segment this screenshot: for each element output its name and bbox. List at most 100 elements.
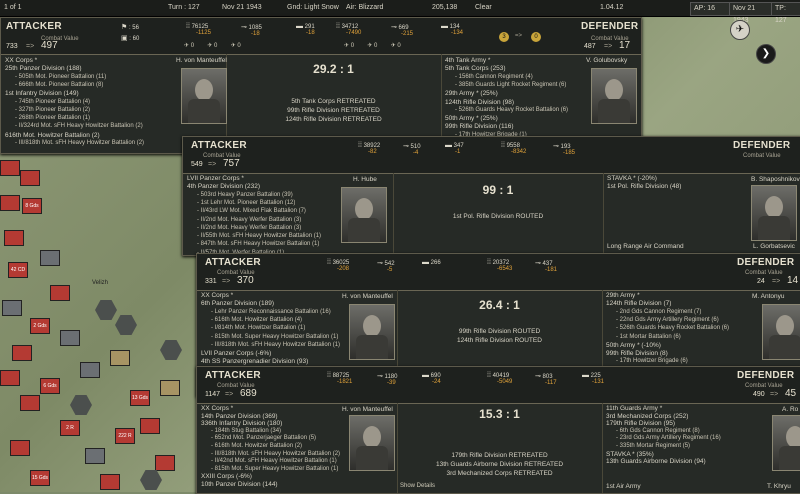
unit-counter[interactable]: 2 Gds — [30, 318, 50, 334]
unit-counter[interactable] — [0, 160, 20, 176]
attached-unit[interactable]: - 666th Mot. Pioneer Battalion (8) — [15, 82, 103, 88]
unit-entry[interactable]: 179th Rifle Division (95) — [606, 420, 675, 427]
attached-unit[interactable]: - 616th Mot. Howitzer Battalion (2) — [211, 443, 302, 449]
unit-entry[interactable]: 1st Pol. Rifle Division (48) — [607, 183, 681, 190]
attached-unit[interactable]: - III/818th Mot. sFH Heavy Howitzer Batt… — [15, 140, 144, 146]
attached-unit[interactable]: - II/2nd Mot. Heavy Werfer Battalion (3) — [197, 225, 301, 231]
unit-entry[interactable]: 616th Mot. Howitzer Battalion (2) — [5, 132, 100, 139]
attached-unit[interactable]: - 1st Lehr Mot. Pioneer Battalion (12) — [197, 200, 295, 206]
unit-counter[interactable] — [40, 250, 60, 266]
unit-entry[interactable]: 29th Army * (25%) — [445, 90, 498, 97]
unit-entry[interactable]: STAVKA * (-20%) — [607, 175, 657, 182]
attached-unit[interactable]: - 156th Cannon Regiment (4) — [455, 74, 533, 80]
attached-unit[interactable]: - 616th Mot. Howitzer Battalion (4) — [211, 317, 302, 323]
unit-counter[interactable]: 15 Gds — [30, 470, 50, 486]
attached-unit[interactable]: - 268th Pioneer Battalion (1) — [15, 115, 90, 121]
attached-unit[interactable]: - 335th Mortar Regiment (5) — [616, 443, 690, 449]
unit-entry[interactable]: 4th Tank Army * — [445, 57, 490, 64]
attached-unit[interactable]: - 745th Pioneer Battalion (4) — [15, 99, 90, 105]
attached-unit[interactable]: - Lehr Panzer Reconnaissance Battalion (… — [211, 309, 331, 315]
attached-unit[interactable]: - 503rd Heavy Panzer Battalion (39) — [197, 192, 293, 198]
unit-counter[interactable] — [0, 370, 20, 386]
unit-entry[interactable]: 4th SS Panzergrenadier Division (93) — [201, 358, 308, 365]
unit-counter[interactable]: 13 Gds — [130, 390, 150, 406]
unit-entry[interactable]: 50th Army * (-10%) — [606, 342, 661, 349]
unit-counter[interactable] — [100, 474, 120, 490]
unit-entry[interactable]: 99th Rifle Division (116) — [445, 123, 514, 130]
unit-entry[interactable]: 50th Army * (25%) — [445, 115, 498, 122]
unit-counter[interactable]: 222 R — [115, 428, 135, 444]
unit-counter[interactable] — [20, 170, 40, 186]
unit-entry[interactable]: 5th Tank Corps (253) — [445, 65, 506, 72]
unit-entry[interactable]: XXIII Corps (-6%) — [201, 473, 252, 480]
attached-unit[interactable]: - 526th Guards Heavy Rocket Battalion (6… — [616, 325, 729, 331]
att-guns-stat: ⊸ 510 -4 — [403, 143, 421, 156]
unit-counter[interactable] — [85, 448, 105, 464]
unit-counter[interactable] — [12, 345, 32, 361]
attached-unit[interactable]: - 22nd Gds Army Artillery Regiment (6) — [616, 317, 719, 323]
attached-unit[interactable]: - II/324rd Mot. sFH Heavy Howitzer Batta… — [15, 123, 143, 129]
unit-counter[interactable] — [155, 455, 175, 471]
unit-counter[interactable] — [60, 330, 80, 346]
attached-unit[interactable]: - II/55th Mot. sFH Heavy Howitzer Battal… — [197, 233, 321, 239]
unit-counter[interactable] — [20, 395, 40, 411]
unit-counter[interactable]: 42 CD — [8, 262, 28, 278]
unit-counter[interactable] — [110, 350, 130, 366]
air-button[interactable]: ✈ — [730, 20, 750, 40]
attached-unit[interactable]: - III/818th Mot. sFH Heavy Howitzer Batt… — [211, 342, 340, 348]
attached-unit[interactable]: - 6th Gds Cannon Regiment (8) — [616, 428, 700, 434]
attached-unit[interactable]: - 815th Mot. Super Heavy Howitzer Battal… — [211, 466, 338, 472]
attached-unit[interactable]: - 2nd Gds Cannon Regiment (7) — [616, 309, 701, 315]
attached-unit[interactable]: - 652nd Mot. Panzerjaeger Battalion (5) — [211, 435, 316, 441]
attached-unit[interactable]: - II/42nd Mot. sFH Heavy Howitzer Battal… — [211, 458, 337, 464]
unit-entry[interactable]: 336th Infantry Division (180) — [201, 420, 282, 427]
unit-entry[interactable]: 124th Rifle Division (7) — [606, 300, 671, 307]
unit-entry[interactable]: 6th Panzer Division (189) — [201, 300, 274, 307]
unit-entry[interactable]: 13th Guards Airborne Division (94) — [606, 458, 706, 465]
unit-entry[interactable]: 124th Rifle Division (98) — [445, 99, 514, 106]
unit-entry[interactable]: LVII Panzer Corps (-6%) — [201, 350, 271, 357]
unit-counter[interactable] — [80, 362, 100, 378]
unit-entry[interactable]: 10th Panzer Division (144) — [201, 481, 278, 488]
unit-entry[interactable]: 11th Guards Army * — [606, 405, 662, 412]
attached-unit[interactable]: - 385th Guards Light Rocket Regiment (6) — [455, 82, 566, 88]
unit-entry[interactable]: 14th Panzer Division (369) — [201, 413, 278, 420]
unit-entry[interactable]: XX Corps * — [201, 405, 233, 412]
unit-counter[interactable] — [140, 418, 160, 434]
attached-unit[interactable]: - II/43rd LW Mot. Mixed Flak Battalion (… — [197, 208, 306, 214]
unit-counter[interactable] — [4, 230, 24, 246]
unit-entry[interactable]: 4th Panzer Division (232) — [187, 183, 260, 190]
show-details-link[interactable]: Show Details — [400, 483, 435, 489]
unit-counter[interactable] — [2, 300, 22, 316]
attached-unit[interactable]: - II/2nd Mot. Heavy Werfer Battalion (3) — [197, 217, 301, 223]
unit-counter[interactable]: 2 R — [60, 420, 80, 436]
attached-unit[interactable]: - I/814th Mot. Howitzer Battalion (1) — [211, 325, 305, 331]
attached-unit[interactable]: - 847th Mot. sFH Heavy Howitzer Battalio… — [197, 241, 319, 247]
attached-unit[interactable]: - III/818th Mot. sFH Heavy Howitzer Batt… — [211, 451, 340, 457]
unit-counter[interactable]: 6 Gds — [40, 378, 60, 394]
attached-unit[interactable]: - 17th Howitzer Brigade (6) — [616, 358, 688, 364]
unit-counter[interactable]: 8 Gds — [22, 198, 42, 214]
unit-counter[interactable] — [160, 380, 180, 396]
unit-entry[interactable]: XX Corps * — [201, 292, 233, 299]
next-button[interactable]: ❯ — [756, 44, 776, 64]
unit-entry[interactable]: LVII Panzer Corps * — [187, 175, 244, 182]
attached-unit[interactable]: - 23rd Gds Army Artillery Regiment (16) — [616, 435, 721, 441]
unit-entry[interactable]: 25th Panzer Division (188) — [5, 65, 82, 72]
unit-entry[interactable]: 1st Infantry Division (149) — [5, 90, 79, 97]
unit-entry[interactable]: XX Corps * — [5, 57, 37, 64]
unit-entry[interactable]: 29th Army * — [606, 292, 640, 299]
unit-entry[interactable]: STAVKA * (35%) — [606, 451, 654, 458]
attached-unit[interactable]: - 184th Stug Battalion (34) — [211, 428, 281, 434]
attached-unit[interactable]: - 1st Mortar Battalion (6) — [616, 334, 681, 340]
unit-entry[interactable]: 99th Rifle Division (8) — [606, 350, 668, 357]
unit-counter[interactable] — [0, 195, 20, 211]
defender-commander: A. Ro — [782, 406, 799, 413]
attached-unit[interactable]: - 815th Mot. Super Heavy Howitzer Battal… — [211, 334, 338, 340]
unit-counter[interactable] — [50, 285, 70, 301]
attached-unit[interactable]: - 505th Mot. Pioneer Battalion (11) — [15, 74, 106, 80]
unit-counter[interactable] — [10, 440, 30, 456]
attached-unit[interactable]: - 526th Guards Heavy Rocket Battalion (6… — [455, 107, 568, 113]
unit-entry[interactable]: 3rd Mechanized Corps (252) — [606, 413, 688, 420]
attached-unit[interactable]: - 327th Pioneer Battalion (2) — [15, 107, 90, 113]
